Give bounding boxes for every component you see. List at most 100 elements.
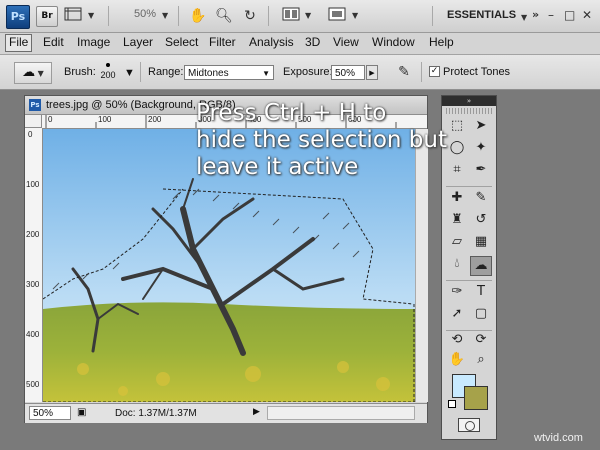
menu-help[interactable]: Help (426, 35, 457, 51)
rotate-view-icon[interactable]: ↻ (240, 7, 260, 25)
clone-stamp-tool-icon[interactable]: ♜ (446, 212, 468, 232)
application-bar: Ps Br ▼ 50% ▼ ✋ 🔍︎ ↻ ▼ ▼ ESSENTIALS ▼ » … (0, 0, 600, 33)
exposure-slider-toggle[interactable]: ▶ (366, 65, 378, 80)
brush-picker[interactable]: 200 (95, 58, 121, 86)
status-options-icon[interactable]: ▣ (77, 407, 86, 418)
menu-analysis[interactable]: Analysis (246, 35, 297, 51)
ruler-label: 0 (28, 130, 33, 139)
rectangle-shape-tool-icon[interactable]: ▢ (470, 306, 492, 326)
history-brush-tool-icon[interactable]: ↺ (470, 212, 492, 232)
zoom-dropdown-icon[interactable]: ▼ (162, 7, 168, 25)
watermark-text: wtvid.com (534, 432, 583, 444)
menu-3d[interactable]: 3D (302, 35, 323, 51)
launch-bridge-button[interactable]: Br (36, 6, 58, 27)
menu-filter[interactable]: Filter (206, 35, 239, 51)
eraser-tool-icon[interactable]: ▱ (446, 234, 468, 254)
separator (108, 6, 109, 26)
sponge-tool-icon[interactable]: ☁ (470, 256, 492, 276)
hand-tool-icon[interactable]: ✋ (188, 7, 208, 25)
ruler-label: 100 (26, 180, 40, 189)
vertical-ruler[interactable]: 0 100 200 300 400 500 (25, 128, 43, 402)
status-zoom-field[interactable]: 50% (29, 406, 71, 420)
tutorial-caption: Press Ctrl + H to hide the selection but… (196, 100, 496, 181)
menu-window[interactable]: Window (369, 35, 418, 51)
menu-select[interactable]: Select (162, 35, 201, 51)
photoshop-document-icon: Ps (29, 99, 41, 111)
path-selection-tool-icon[interactable]: ➚ (446, 306, 468, 326)
type-tool-icon[interactable]: T (470, 284, 492, 304)
screen-mode-dropdown-icon[interactable]: ▼ (352, 7, 358, 25)
ruler-label: 200 (26, 230, 40, 239)
menu-image[interactable]: Image (74, 35, 113, 51)
menu-edit[interactable]: Edit (40, 35, 67, 51)
range-label: Range: (148, 66, 184, 78)
menu-layer[interactable]: Layer (120, 35, 156, 51)
range-select-value: Midtones (188, 68, 229, 79)
airbrush-toggle-icon[interactable]: ✎ (393, 62, 415, 82)
screen-mode-button[interactable] (326, 7, 348, 25)
zoom-tool-icon[interactable]: 🔍︎ (214, 7, 234, 25)
pen-tool-icon[interactable]: ✑ (446, 284, 468, 304)
separator (446, 186, 492, 187)
zoom-tool-icon[interactable]: ⌕ (470, 352, 492, 372)
workspace-switcher[interactable]: ESSENTIALS (447, 9, 516, 21)
zoom-level-field[interactable]: 50% (124, 8, 156, 20)
chevron-down-icon: ▼ (262, 69, 270, 78)
menu-file[interactable]: File (5, 34, 33, 52)
separator (178, 6, 179, 26)
menu-view[interactable]: View (330, 35, 362, 51)
arrange-documents-button[interactable] (280, 7, 302, 25)
sponge-tool-icon: ☁ (22, 65, 36, 80)
separator (421, 62, 422, 82)
workspace-dropdown-icon[interactable]: ▼ (521, 9, 527, 27)
chevron-down-icon: ▼ (35, 69, 44, 78)
exposure-label: Exposure: (283, 66, 333, 78)
screen-mode-icon (328, 7, 346, 21)
separator (432, 6, 433, 26)
healing-brush-tool-icon[interactable]: ✚ (446, 190, 468, 210)
horizontal-scrollbar[interactable] (267, 406, 415, 420)
status-menu-arrow-icon[interactable]: ▶ (253, 407, 260, 417)
brush-label: Brush: (64, 66, 96, 78)
close-button[interactable]: ✕ (582, 8, 592, 22)
ruler-label: 500 (26, 380, 40, 389)
menu-bar: File Edit Image Layer Select Filter Anal… (0, 33, 600, 55)
separator (446, 280, 492, 281)
blur-tool-icon[interactable]: 💧︎ (446, 256, 468, 276)
view-extras-dropdown-icon[interactable]: ▼ (88, 7, 94, 25)
minimize-button[interactable]: – (548, 8, 554, 22)
quick-mask-icon[interactable] (458, 418, 480, 432)
document-size-info: Doc: 1.37M/1.37M (115, 408, 197, 419)
brush-dropdown-icon[interactable]: ▼ (124, 67, 135, 79)
brush-size-value: 200 (100, 70, 116, 80)
view-extras-button[interactable] (62, 7, 84, 25)
3d-rotate-tool-icon[interactable]: ⟲ (446, 332, 468, 352)
ruler-label: 200 (148, 115, 162, 124)
caption-line: Press Ctrl + H to (196, 100, 387, 126)
protect-tones-checkbox[interactable]: ✓ (429, 66, 440, 77)
ruler-label: 400 (26, 330, 40, 339)
gradient-tool-icon[interactable]: ▦ (470, 234, 492, 254)
tool-preset-picker[interactable]: ☁ ▼ (14, 62, 52, 84)
range-select[interactable]: Midtones ▼ (184, 65, 274, 80)
arrange-dropdown-icon[interactable]: ▼ (305, 7, 311, 25)
ruler-label: 0 (48, 115, 53, 124)
brush-tool-icon[interactable]: ✎ (470, 190, 492, 210)
hand-tool-icon[interactable]: ✋ (446, 352, 468, 372)
restore-button[interactable]: □ (564, 8, 575, 22)
brush-tip-icon (106, 63, 110, 67)
exposure-field[interactable]: 50% (331, 65, 365, 80)
status-bar: 50% ▣ Doc: 1.37M/1.37M ▶ (25, 403, 427, 423)
protect-tones-label: Protect Tones (443, 66, 511, 78)
default-colors-icon[interactable] (448, 400, 456, 408)
options-bar: ☁ ▼ Brush: 200 ▼ Range: Midtones ▼ Expos… (0, 55, 600, 90)
background-color-swatch[interactable] (464, 386, 488, 410)
ruler-origin[interactable] (25, 115, 42, 128)
arrange-documents-icon (282, 7, 300, 21)
3d-orbit-tool-icon[interactable]: ⟳ (470, 332, 492, 352)
caption-line: hide the selection but (196, 127, 447, 153)
ruler-label: 100 (98, 115, 112, 124)
separator (268, 6, 269, 26)
ruler-label: 300 (26, 280, 40, 289)
cs-live-chevron-icon[interactable]: » (532, 8, 539, 21)
